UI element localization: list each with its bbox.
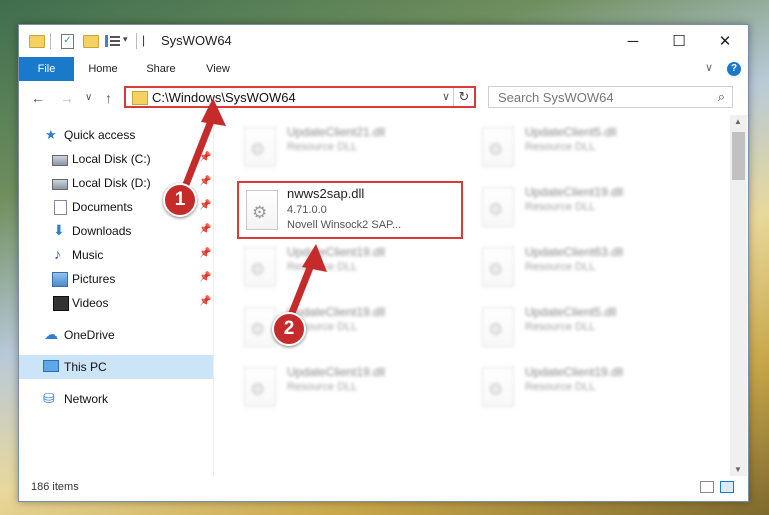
callout-badge-2: 2 bbox=[272, 312, 306, 346]
callout-badge-1: 1 bbox=[163, 183, 197, 217]
arrow-head-1 bbox=[201, 98, 226, 126]
callout-arrows bbox=[181, 98, 327, 322]
arrow-head-2 bbox=[302, 244, 327, 272]
arrow-to-address-bar bbox=[181, 112, 217, 191]
arrow-to-file bbox=[286, 256, 317, 322]
